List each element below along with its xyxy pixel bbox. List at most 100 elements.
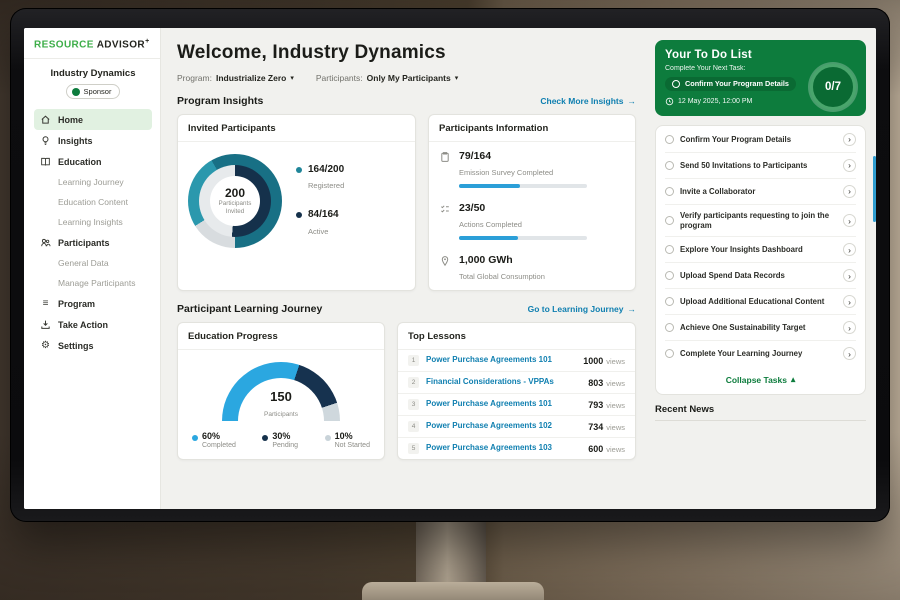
- section-title: Program Insights: [177, 95, 263, 107]
- participants-select[interactable]: Participants: Only My Participants ▾: [316, 73, 458, 83]
- check-more-insights-link[interactable]: Check More Insights →: [540, 96, 636, 106]
- sidebar-item-program[interactable]: ≡ Program: [34, 293, 152, 314]
- next-task-chip[interactable]: Confirm Your Program Details: [665, 77, 796, 91]
- chevron-right-icon[interactable]: ›: [843, 133, 856, 146]
- checkbox-icon[interactable]: [665, 349, 674, 358]
- legend-dot: [296, 167, 302, 173]
- progress-bar: [459, 236, 587, 240]
- lesson-title-link[interactable]: Power Purchase Agreements 102: [426, 422, 581, 431]
- task-row[interactable]: Complete Your Learning Journey ›: [665, 341, 856, 366]
- legend-label: Not Started: [325, 442, 370, 449]
- chevron-right-icon[interactable]: ›: [843, 295, 856, 308]
- sidebar-item-general-data[interactable]: General Data: [34, 253, 152, 273]
- chevron-right-icon[interactable]: ›: [843, 243, 856, 256]
- sidebar-item-learning-journey[interactable]: Learning Journey: [34, 172, 152, 192]
- checkbox-icon[interactable]: [665, 323, 674, 332]
- lesson-row[interactable]: 3 Power Purchase Agreements 101 793views: [398, 394, 635, 416]
- task-row[interactable]: Explore Your Insights Dashboard ›: [665, 237, 856, 263]
- gauge-center-value: 150: [222, 390, 340, 403]
- chevron-right-icon[interactable]: ›: [843, 321, 856, 334]
- checkbox-icon[interactable]: [665, 161, 674, 170]
- task-row[interactable]: Verify participants requesting to join t…: [665, 205, 856, 237]
- sidebar-item-manage-participants[interactable]: Manage Participants: [34, 273, 152, 293]
- download-tray-icon: [40, 319, 51, 330]
- arrow-right-icon: →: [628, 304, 637, 314]
- lesson-row[interactable]: 2 Financial Considerations - VPPAs 803vi…: [398, 372, 635, 394]
- legend-dot: [296, 212, 302, 218]
- task-label: Achieve One Sustainability Target: [680, 323, 837, 333]
- sidebar-item-home[interactable]: Home: [34, 109, 152, 130]
- sidebar-item-learning-insights[interactable]: Learning Insights: [34, 212, 152, 232]
- todo-progress-ring: 0/7: [810, 64, 856, 110]
- sidebar-item-insights[interactable]: Insights: [34, 130, 152, 151]
- task-row[interactable]: Upload Additional Educational Content ›: [665, 289, 856, 315]
- lesson-row[interactable]: 5 Power Purchase Agreements 103 600views: [398, 438, 635, 459]
- card-title: Invited Participants: [178, 115, 415, 142]
- chevron-right-icon[interactable]: ›: [843, 185, 856, 198]
- collapse-tasks-link[interactable]: Collapse Tasks ▴: [665, 366, 856, 393]
- checkbox-icon[interactable]: [665, 297, 674, 306]
- checkbox-icon[interactable]: [665, 187, 674, 196]
- lesson-title-link[interactable]: Power Purchase Agreements 103: [426, 444, 581, 453]
- divider: [655, 420, 866, 421]
- sponsor-badge-label: Sponsor: [84, 87, 112, 96]
- todo-panel: Your To Do List Complete Your Next Task:…: [648, 28, 876, 509]
- chevron-right-icon[interactable]: ›: [843, 214, 856, 227]
- monitor-stand-base: [362, 582, 544, 600]
- monitor-stand-neck: [416, 518, 486, 584]
- people-icon: [40, 237, 51, 248]
- main-content: Welcome, Industry Dynamics Program: Indu…: [161, 28, 648, 509]
- due-date-text: 12 May 2025, 12:00 PM: [678, 98, 752, 105]
- lesson-title-link[interactable]: Financial Considerations - VPPAs: [426, 378, 581, 387]
- checkbox-icon[interactable]: [665, 271, 674, 280]
- lesson-views: 1000: [583, 356, 603, 366]
- participants-select-label: Participants:: [316, 73, 363, 83]
- chevron-right-icon[interactable]: ›: [843, 269, 856, 282]
- checkbox-icon[interactable]: [672, 80, 680, 88]
- filter-bar: Program: Industrialize Zero ▾ Participan…: [177, 73, 636, 83]
- sidebar-item-label: Home: [58, 115, 83, 125]
- task-row[interactable]: Send 50 Invitations to Participants ›: [665, 153, 856, 179]
- education-gauge-chart: 150 Participants: [222, 362, 340, 421]
- sponsor-badge[interactable]: Sponsor: [66, 84, 121, 99]
- task-row[interactable]: Invite a Collaborator ›: [665, 179, 856, 205]
- lesson-title-link[interactable]: Power Purchase Agreements 101: [426, 400, 581, 409]
- chevron-right-icon[interactable]: ›: [843, 159, 856, 172]
- program-select[interactable]: Program: Industrialize Zero ▾: [177, 73, 294, 83]
- sidebar-item-take-action[interactable]: Take Action: [34, 314, 152, 335]
- task-row[interactable]: Achieve One Sustainability Target ›: [665, 315, 856, 341]
- task-label: Explore Your Insights Dashboard: [680, 245, 837, 255]
- scrollbar-thumb[interactable]: [873, 156, 876, 222]
- lesson-rank: 2: [408, 377, 419, 388]
- sidebar-item-participants[interactable]: Participants: [34, 232, 152, 253]
- sidebar-subitem-label: General Data: [58, 258, 109, 268]
- checkbox-icon[interactable]: [665, 216, 674, 225]
- card-title: Education Progress: [178, 323, 384, 350]
- legend-value: 30%: [272, 431, 290, 441]
- checkbox-icon[interactable]: [665, 135, 674, 144]
- participants-information-card: Participants Information 79/164 Emission…: [428, 114, 636, 291]
- task-row[interactable]: Upload Spend Data Records ›: [665, 263, 856, 289]
- views-label: views: [606, 445, 625, 454]
- education-progress-card: Education Progress 150 Participants 60: [177, 322, 385, 460]
- stat-label: Emission Survey Completed: [459, 168, 553, 177]
- checkbox-icon[interactable]: [665, 245, 674, 254]
- gauge-legend: 60% Completed 30% Pending 10% Not Starte…: [178, 421, 384, 449]
- sidebar-item-label: Insights: [58, 136, 93, 146]
- legend-dot: [325, 435, 331, 441]
- home-icon: [40, 114, 51, 125]
- link-label: Go to Learning Journey: [528, 304, 624, 314]
- stat-value: 23/50: [459, 202, 587, 214]
- sponsor-icon: [72, 88, 80, 96]
- sidebar-subitem-label: Learning Insights: [58, 217, 123, 227]
- chevron-right-icon[interactable]: ›: [843, 347, 856, 360]
- lesson-row[interactable]: 4 Power Purchase Agreements 102 734views: [398, 416, 635, 438]
- go-to-learning-journey-link[interactable]: Go to Learning Journey →: [528, 304, 636, 314]
- sidebar-subitem-label: Education Content: [58, 197, 128, 207]
- sidebar-item-education[interactable]: Education: [34, 151, 152, 172]
- lesson-title-link[interactable]: Power Purchase Agreements 101: [426, 356, 576, 365]
- task-row[interactable]: Confirm Your Program Details ›: [665, 127, 856, 153]
- sidebar-item-education-content[interactable]: Education Content: [34, 192, 152, 212]
- sidebar-item-settings[interactable]: ⚙ Settings: [34, 335, 152, 356]
- lesson-row[interactable]: 1 Power Purchase Agreements 101 1000view…: [398, 350, 635, 372]
